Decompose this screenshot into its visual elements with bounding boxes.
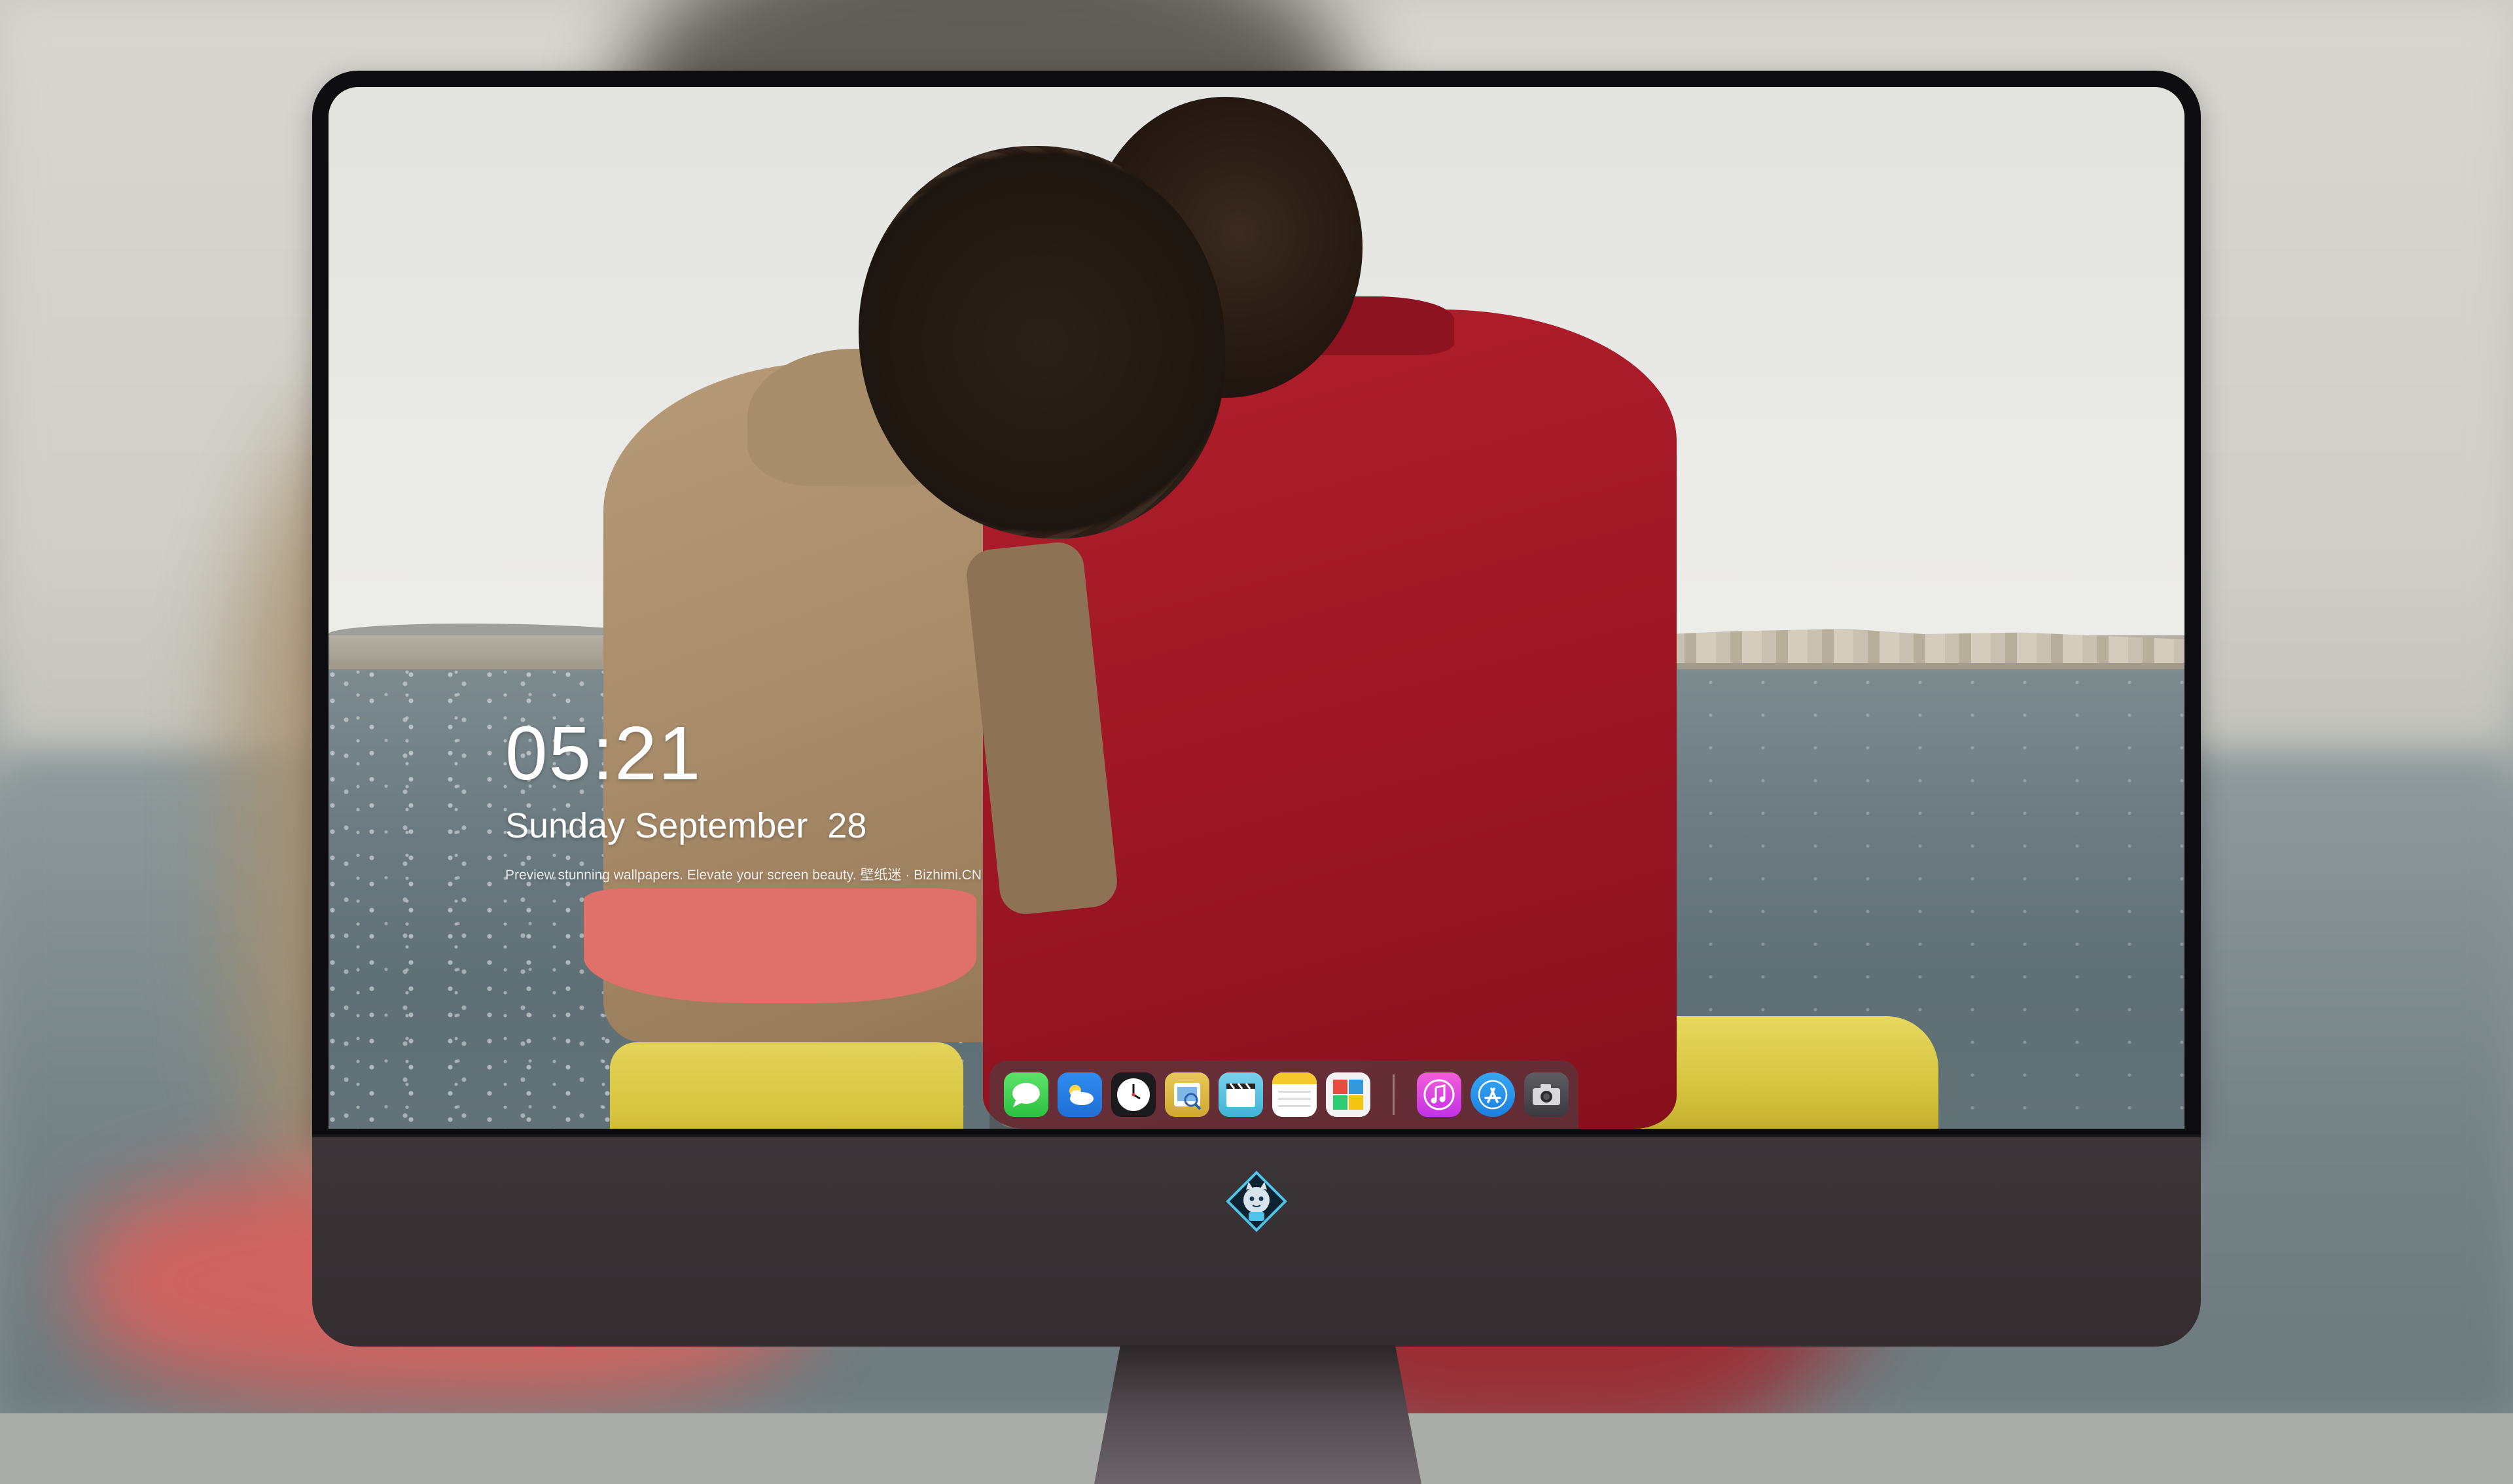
yellow-bollard-left — [610, 1042, 963, 1129]
notes-icon[interactable] — [1272, 1072, 1317, 1117]
monitor-chin — [312, 1137, 2201, 1347]
clock-time: 05:21 — [505, 711, 702, 796]
music-icon[interactable] — [1417, 1072, 1461, 1117]
clock-date: Sunday September 28 — [505, 806, 867, 845]
preview-icon[interactable] — [1165, 1072, 1209, 1117]
weather-icon[interactable] — [1058, 1072, 1102, 1117]
monitor-stand — [1094, 1345, 1421, 1484]
monitor-bezel: 05:21 Sunday September 28 Preview stunni… — [312, 71, 2201, 1137]
photo-gallery-icon[interactable] — [1326, 1072, 1370, 1117]
clock-icon[interactable] — [1111, 1072, 1156, 1117]
mascot-logo-icon — [1225, 1170, 1288, 1233]
camera-icon[interactable] — [1524, 1072, 1569, 1117]
dock-separator — [1393, 1074, 1395, 1115]
clips-icon[interactable] — [1219, 1072, 1263, 1117]
screen: 05:21 Sunday September 28 Preview stunni… — [329, 87, 2184, 1129]
dock — [989, 1061, 1578, 1129]
messages-icon[interactable] — [1004, 1072, 1048, 1117]
monitor: 05:21 Sunday September 28 Preview stunni… — [312, 71, 2201, 1484]
lock-screen-clock: 05:21 Sunday September 28 Preview stunni… — [505, 715, 982, 884]
app-store-icon[interactable] — [1470, 1072, 1515, 1117]
pink-shirt-hem — [584, 889, 976, 1003]
wallpaper-tagline: Preview stunning wallpapers. Elevate you… — [505, 868, 982, 883]
